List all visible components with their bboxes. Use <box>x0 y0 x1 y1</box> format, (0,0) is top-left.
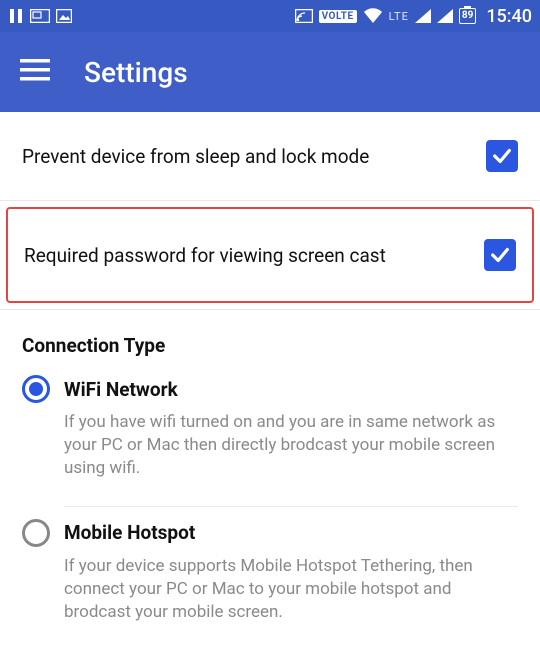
setting-require-password[interactable]: Required password for viewing screen cas… <box>8 209 532 301</box>
lte-label: LTE <box>389 10 409 23</box>
setting-prevent-sleep[interactable]: Prevent device from sleep and lock mode <box>0 112 540 201</box>
status-right: VOLTE LTE 89 15:40 <box>295 6 532 27</box>
radio-button-icon[interactable] <box>22 519 50 547</box>
volte-badge: VOLTE <box>319 10 357 23</box>
app-bar: Settings <box>0 32 540 112</box>
radio-description: If your device supports Mobile Hotspot T… <box>22 555 518 624</box>
wifi-icon <box>363 8 383 24</box>
status-left <box>8 8 72 24</box>
checkbox-require-password[interactable] <box>484 239 516 271</box>
check-icon <box>489 244 511 266</box>
setting-label: Prevent device from sleep and lock mode <box>22 145 369 168</box>
status-bar: VOLTE LTE 89 15:40 <box>0 0 540 32</box>
radio-description: If you have wifi turned on and you are i… <box>22 411 518 480</box>
radio-button-icon[interactable] <box>22 375 50 403</box>
radio-title: WiFi Network <box>64 378 178 401</box>
cast-icon <box>295 9 313 23</box>
pause-icon <box>8 8 24 24</box>
menu-icon[interactable] <box>20 59 50 85</box>
clock: 15:40 <box>486 6 532 27</box>
screenshare-icon <box>30 9 50 23</box>
divider <box>64 506 518 507</box>
signal-1-icon <box>415 9 431 23</box>
checkbox-prevent-sleep[interactable] <box>486 140 518 172</box>
highlighted-setting: Required password for viewing screen cas… <box>6 207 534 303</box>
setting-label: Required password for viewing screen cas… <box>24 244 386 267</box>
page-title: Settings <box>84 56 188 89</box>
check-icon <box>491 145 513 167</box>
radio-title: Mobile Hotspot <box>64 521 195 544</box>
radio-mobile-hotspot[interactable]: Mobile Hotspot If your device supports M… <box>0 519 540 642</box>
signal-2-icon <box>437 9 453 23</box>
image-icon <box>56 9 72 23</box>
radio-wifi-network[interactable]: WiFi Network If you have wifi turned on … <box>0 375 540 498</box>
radio-dot <box>29 382 43 396</box>
connection-type-header: Connection Type <box>0 310 540 375</box>
battery-icon: 89 <box>459 8 476 24</box>
